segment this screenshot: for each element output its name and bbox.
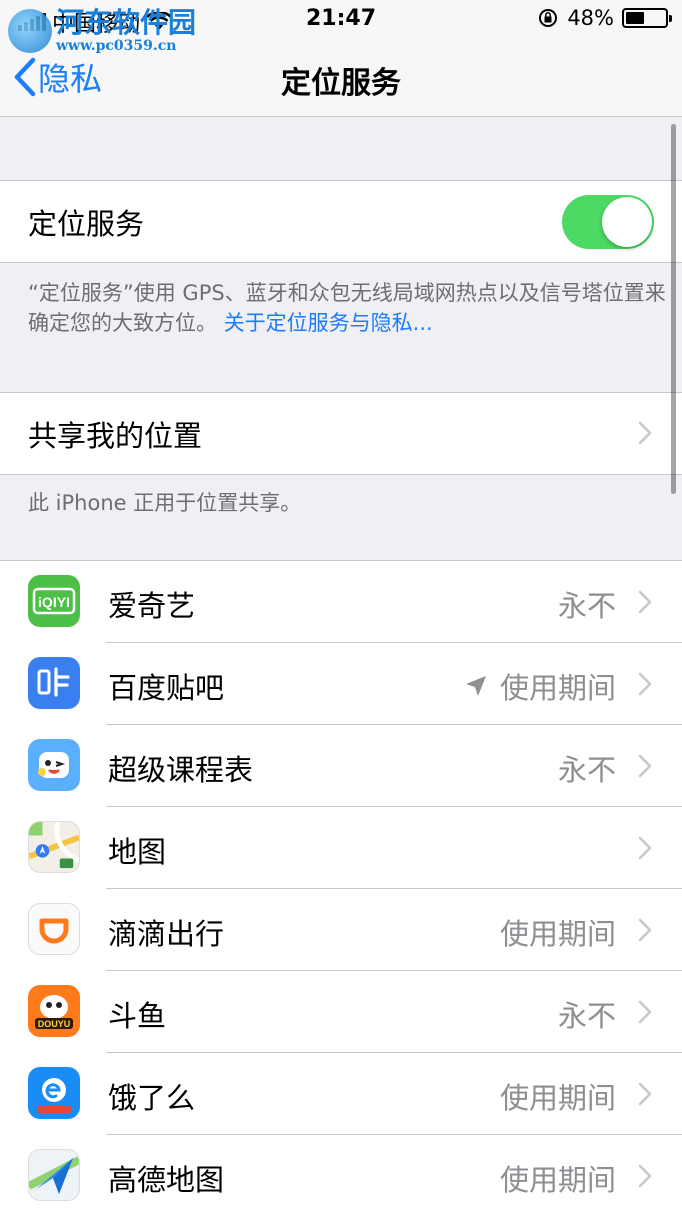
svg-text:DOUYU: DOUYU bbox=[38, 1019, 71, 1029]
chevron-right-icon bbox=[638, 421, 652, 445]
app-row-amap[interactable]: 高德地图 使用期间 bbox=[0, 1135, 682, 1212]
svg-text:iQIYI: iQIYI bbox=[38, 594, 70, 610]
app-name: 百度贴吧 bbox=[108, 671, 225, 705]
toggle-knob bbox=[602, 197, 652, 247]
app-row-didi[interactable]: 滴滴出行 使用期间 bbox=[0, 889, 682, 971]
app-name: 地图 bbox=[108, 835, 167, 869]
chevron-right-icon bbox=[638, 672, 652, 696]
app-name: 斗鱼 bbox=[108, 999, 167, 1033]
app-name: 滴滴出行 bbox=[108, 917, 225, 951]
app-name: 超级课程表 bbox=[108, 753, 254, 787]
location-services-row: 定位服务 bbox=[0, 181, 682, 262]
app-row-iqiyi[interactable]: iQIYI 爱奇艺 永不 bbox=[0, 561, 682, 643]
location-arrow-icon bbox=[465, 676, 486, 696]
app-permission: 使用期间 bbox=[499, 917, 616, 951]
tieba-icon bbox=[28, 657, 80, 709]
app-name: 饿了么 bbox=[108, 1081, 196, 1115]
chevron-right-icon bbox=[638, 590, 652, 614]
battery-percent: 48% bbox=[567, 6, 614, 30]
app-permission: 使用期间 bbox=[499, 1163, 616, 1197]
chevron-right-icon bbox=[638, 1164, 652, 1188]
app-permission: 永不 bbox=[557, 999, 616, 1033]
app-name: 高德地图 bbox=[108, 1163, 225, 1197]
app-row-tieba[interactable]: 百度贴吧 使用期间 bbox=[0, 643, 682, 725]
app-row-maps[interactable]: 地图 bbox=[0, 807, 682, 889]
watermark-title: 河东软件园 bbox=[56, 6, 197, 39]
share-location-group: 共享我的位置 bbox=[0, 392, 682, 475]
chevron-right-icon bbox=[638, 918, 652, 942]
amap-icon bbox=[28, 1149, 80, 1201]
app-row-douyu[interactable]: DOUYU 斗鱼 永不 bbox=[0, 971, 682, 1053]
maps-icon bbox=[28, 821, 80, 873]
page-title: 定位服务 bbox=[281, 66, 401, 101]
share-location-label: 共享我的位置 bbox=[28, 418, 203, 453]
iqiyi-icon: iQIYI bbox=[28, 575, 80, 627]
navigation-bar: 隐私 定位服务 bbox=[0, 40, 682, 116]
chevron-right-icon bbox=[638, 754, 652, 778]
app-row-eleme[interactable]: 饿了么 使用期间 bbox=[0, 1053, 682, 1135]
location-toggle-group: 定位服务 bbox=[0, 180, 682, 263]
app-permission: 永不 bbox=[557, 753, 616, 787]
app-permission: 使用期间 bbox=[499, 1081, 616, 1115]
rotation-lock-icon bbox=[539, 9, 558, 27]
location-footer: “定位服务”使用 GPS、蓝牙和众包无线局域网热点以及信号塔位置来确定您的大致方… bbox=[28, 278, 668, 338]
app-permission: 使用期间 bbox=[464, 665, 616, 707]
app-name: 爱奇艺 bbox=[108, 589, 196, 623]
share-location-row[interactable]: 共享我的位置 bbox=[0, 393, 682, 474]
course-table-icon bbox=[28, 739, 80, 791]
share-footer: 此 iPhone 正用于位置共享。 bbox=[28, 491, 302, 515]
privacy-link[interactable]: 关于定位服务与隐私... bbox=[224, 311, 433, 335]
app-row-course-table[interactable]: 超级课程表 永不 bbox=[0, 725, 682, 807]
scrollbar[interactable] bbox=[671, 124, 676, 494]
douyu-icon: DOUYU bbox=[28, 985, 80, 1037]
location-services-toggle[interactable] bbox=[562, 195, 654, 249]
battery-icon bbox=[622, 8, 672, 28]
didi-icon bbox=[28, 903, 80, 955]
location-services-screen: 中国移动 21:47 48% 河东软件园 www.pc0359.cn 隐私 定位… bbox=[0, 0, 682, 1212]
chevron-right-icon bbox=[638, 1082, 652, 1106]
top-bar: 中国移动 21:47 48% 河东软件园 www.pc0359.cn 隐私 定位… bbox=[0, 0, 682, 117]
app-permission: 永不 bbox=[557, 589, 616, 623]
location-services-label: 定位服务 bbox=[28, 206, 145, 241]
status-right: 48% bbox=[537, 6, 672, 30]
chevron-right-icon bbox=[638, 836, 652, 860]
chevron-right-icon bbox=[638, 1000, 652, 1024]
app-list: iQIYI 爱奇艺 永不 百度贴吧 使用期间 超级课程表 永不 地图 滴滴出行 … bbox=[0, 560, 682, 1212]
eleme-icon bbox=[28, 1067, 80, 1119]
